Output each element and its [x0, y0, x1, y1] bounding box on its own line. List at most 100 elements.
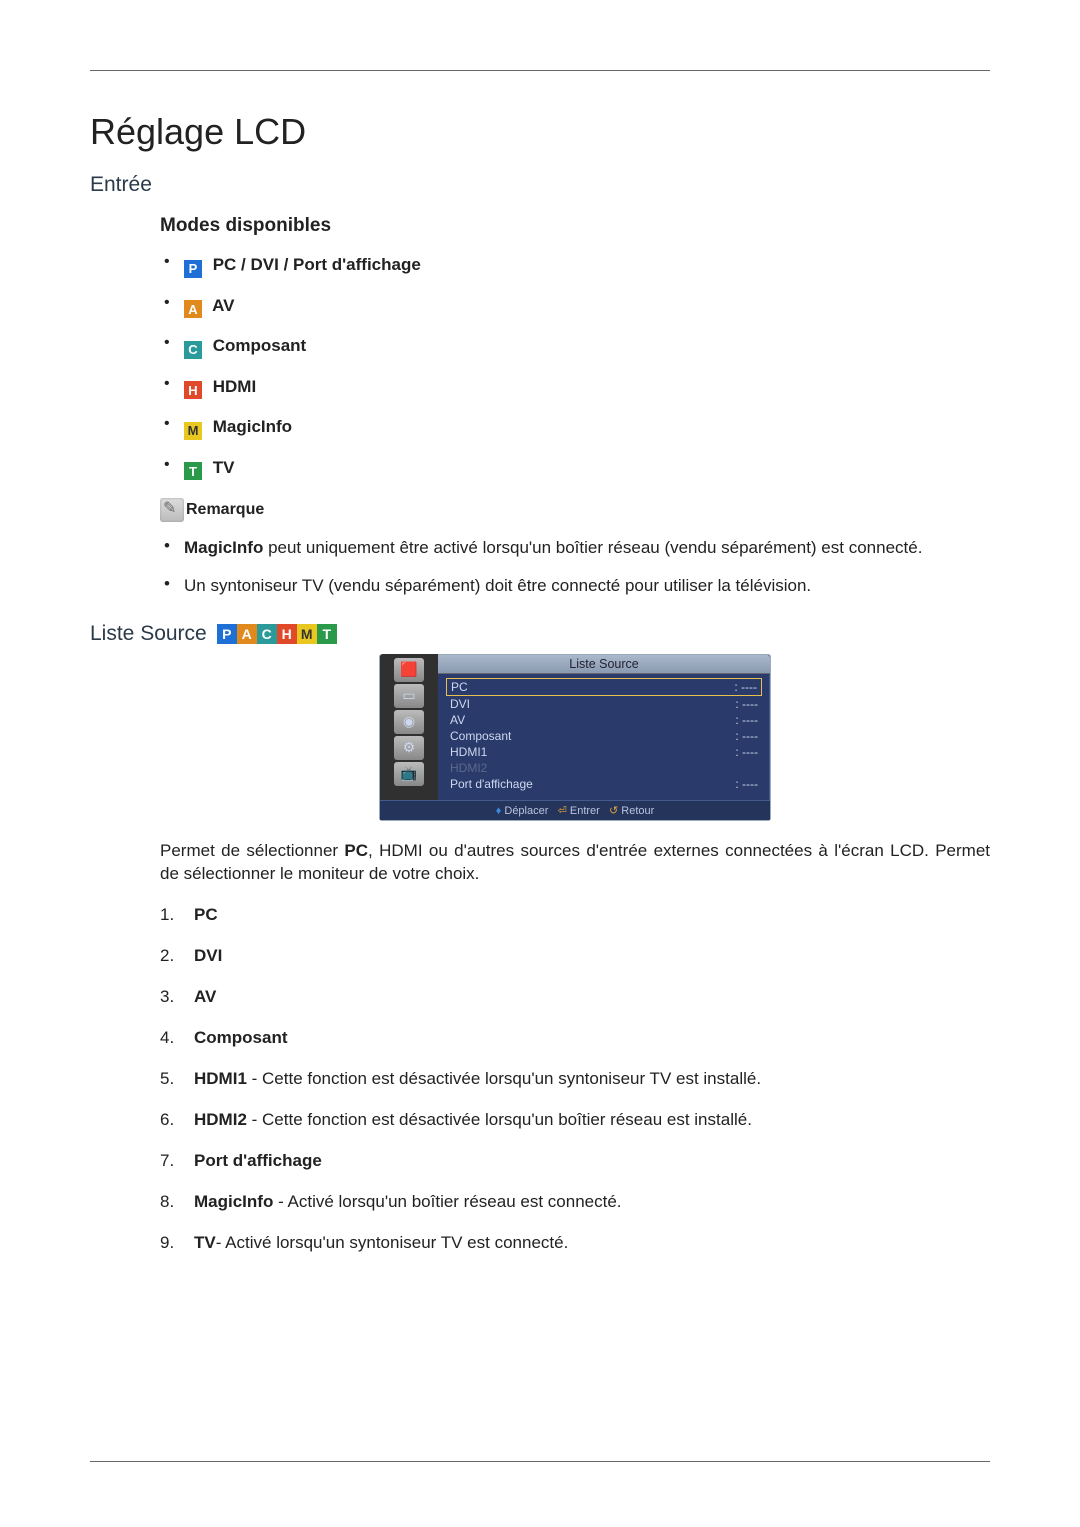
osd-footer: ♦ Déplacer ⏎ Entrer ↺ Retour	[380, 800, 770, 820]
content-block: Modes disponibles P PC / DVI / Port d'af…	[160, 215, 990, 598]
li-bold: DVI	[194, 946, 222, 965]
m-icon: M	[184, 422, 202, 440]
li-bold: MagicInfo	[194, 1192, 273, 1211]
list-item: HDMI1 - Cette fonction est désactivée lo…	[160, 1068, 990, 1091]
osd-row: DVI : ----	[446, 696, 762, 712]
top-rule	[90, 70, 990, 71]
note-icon	[160, 498, 184, 522]
li-rest: - Activé lorsqu'un boîtier réseau est co…	[273, 1192, 621, 1211]
li-rest: - Cette fonction est désactivée lorsqu'u…	[247, 1069, 761, 1088]
osd-side-icon: ▭	[394, 684, 424, 708]
p-icon: P	[217, 624, 237, 644]
numbered-list: PC DVI AV Composant HDMI1 - Cette foncti…	[160, 904, 990, 1254]
osd-row-label: HDMI1	[450, 745, 487, 759]
osd-list: PC : ---- DVI : ---- AV : ---- Composant : -…	[438, 674, 770, 800]
note-text: Un syntoniseur TV (vendu séparément) doi…	[184, 576, 811, 595]
li-bold: Port d'affichage	[194, 1151, 322, 1170]
osd-side-icon: 🟥	[394, 658, 424, 682]
mode-item: M MagicInfo	[160, 417, 990, 440]
list-item: Port d'affichage	[160, 1150, 990, 1173]
note-list: MagicInfo peut uniquement être activé lo…	[160, 536, 990, 598]
note-label: Remarque	[186, 501, 264, 519]
subheading-modes: Modes disponibles	[160, 215, 990, 237]
osd-row-val: : ----	[735, 777, 758, 791]
mode-item: H HDMI	[160, 377, 990, 400]
osd-side-icons: 🟥 ▭ ◉ ⚙ 📺	[380, 654, 438, 800]
section-heading-entree: Entrée	[90, 173, 990, 197]
osd-row-label: Port d'affichage	[450, 777, 533, 791]
p-icon: P	[184, 260, 202, 278]
osd-row-val: : ----	[735, 729, 758, 743]
note-text: peut uniquement être activé lorsqu'un bo…	[263, 538, 922, 557]
document-page: Réglage LCD Entrée Modes disponibles P P…	[0, 0, 1080, 1527]
note-heading: Remarque	[160, 498, 990, 522]
osd-row-selected: PC : ----	[446, 678, 762, 696]
c-icon: C	[184, 341, 202, 359]
c-icon: C	[257, 624, 277, 644]
osd-row-val: : ----	[735, 713, 758, 727]
return-icon: ↺	[609, 805, 618, 817]
liste-source-heading: Liste Source P A C H M T	[90, 622, 990, 646]
h-icon: H	[184, 381, 202, 399]
bottom-rule	[90, 1461, 990, 1462]
mode-item: T TV	[160, 458, 990, 481]
list-item: HDMI2 - Cette fonction est désactivée lo…	[160, 1109, 990, 1132]
list-item: TV- Activé lorsqu'un syntoniseur TV est …	[160, 1232, 990, 1255]
osd-row-val: : ----	[735, 697, 758, 711]
osd-row-val: : ----	[735, 745, 758, 759]
move-icon: ♦	[496, 805, 502, 817]
osd-row-label: AV	[450, 713, 465, 727]
t-icon: T	[184, 462, 202, 480]
m-icon: M	[297, 624, 317, 644]
osd-row-label: PC	[451, 680, 468, 694]
list-item: PC	[160, 904, 990, 927]
h-icon: H	[277, 624, 297, 644]
osd-side-icon: 📺	[394, 762, 424, 786]
osd-menu: Liste Source 🟥 ▭ ◉ ⚙ 📺 PC : ---- DVI : ---…	[379, 654, 771, 821]
li-bold: HDMI2	[194, 1110, 247, 1129]
enter-icon: ⏎	[558, 805, 567, 817]
osd-row: Composant : ----	[446, 728, 762, 744]
page-title: Réglage LCD	[90, 111, 990, 153]
osd-row-label: DVI	[450, 697, 470, 711]
mode-label: Composant	[208, 336, 306, 355]
mode-label: HDMI	[208, 377, 256, 396]
osd-row-label: HDMI2	[450, 761, 487, 775]
mode-label: MagicInfo	[208, 417, 292, 436]
liste-source-label: Liste Source	[90, 622, 207, 646]
osd-row: AV : ----	[446, 712, 762, 728]
list-item: DVI	[160, 945, 990, 968]
li-bold: Composant	[194, 1028, 288, 1047]
t-icon: T	[317, 624, 337, 644]
li-bold: AV	[194, 987, 216, 1006]
osd-footer-return: Retour	[621, 805, 654, 817]
li-rest: - Activé lorsqu'un syntoniseur TV est co…	[216, 1233, 569, 1252]
li-bold: HDMI1	[194, 1069, 247, 1088]
modes-list: P PC / DVI / Port d'affichage A AV C Com…	[160, 255, 990, 480]
icon-strip: P A C H M T	[217, 624, 337, 644]
description-paragraph: Permet de sélectionner PC, HDMI ou d'aut…	[160, 839, 990, 887]
osd-row: Port d'affichage : ----	[446, 776, 762, 792]
mode-item: P PC / DVI / Port d'affichage	[160, 255, 990, 278]
desc-bold: PC	[344, 841, 368, 860]
osd-footer-enter: Entrer	[570, 805, 600, 817]
liste-source-block: Liste Source 🟥 ▭ ◉ ⚙ 📺 PC : ---- DVI : ---…	[160, 654, 990, 1255]
note-bold: MagicInfo	[184, 538, 263, 557]
list-item: Composant	[160, 1027, 990, 1050]
list-item: AV	[160, 986, 990, 1009]
a-icon: A	[184, 300, 202, 318]
osd-row-label: Composant	[450, 729, 511, 743]
osd-side-icon: ⚙	[394, 736, 424, 760]
mode-label: AV	[208, 296, 234, 315]
mode-item: A AV	[160, 296, 990, 319]
osd-body: 🟥 ▭ ◉ ⚙ 📺 PC: ---- DVI: ---- AV: ---- Co…	[380, 674, 770, 800]
osd-row-val: : ----	[734, 680, 757, 694]
li-bold: TV	[194, 1233, 216, 1252]
osd-side-icon: ◉	[394, 710, 424, 734]
mode-label: TV	[208, 458, 234, 477]
note-item: Un syntoniseur TV (vendu séparément) doi…	[160, 574, 990, 598]
osd-title: Liste Source	[438, 655, 770, 674]
li-rest: - Cette fonction est désactivée lorsqu'u…	[247, 1110, 752, 1129]
note-item: MagicInfo peut uniquement être activé lo…	[160, 536, 990, 560]
mode-label: PC / DVI / Port d'affichage	[208, 255, 421, 274]
